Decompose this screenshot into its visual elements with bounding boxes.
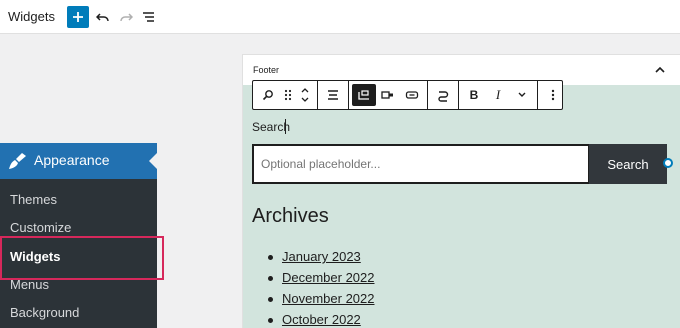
button-only-icon bbox=[405, 91, 419, 99]
submenu-item-background[interactable]: Background bbox=[10, 305, 79, 320]
drag-handle[interactable] bbox=[280, 84, 296, 106]
toolbar-group-block bbox=[253, 81, 318, 109]
toolbar-group-button-position bbox=[349, 81, 428, 109]
toolbar-group-options bbox=[538, 81, 568, 109]
more-formats-button[interactable] bbox=[510, 84, 534, 106]
italic-button[interactable]: I bbox=[486, 84, 510, 106]
block-toolbar: B I bbox=[252, 80, 563, 110]
chevron-up-icon[interactable] bbox=[653, 63, 667, 77]
list-view-button[interactable] bbox=[137, 6, 159, 28]
redo-icon bbox=[120, 13, 133, 22]
archive-link[interactable]: October 2022 bbox=[268, 312, 375, 328]
archives-list: January 2023 December 2022 November 2022… bbox=[268, 249, 375, 328]
link-icon bbox=[438, 91, 449, 102]
more-formats-icon bbox=[518, 92, 526, 97]
archive-link[interactable]: January 2023 bbox=[268, 249, 375, 270]
archives-title: Archives bbox=[252, 205, 329, 227]
editor-header: Widgets bbox=[0, 0, 680, 34]
button-outside-button[interactable] bbox=[352, 84, 376, 106]
add-block-button[interactable] bbox=[67, 6, 89, 28]
footer-area-label: Footer bbox=[253, 65, 280, 75]
align-icon bbox=[328, 90, 338, 100]
toolbar-group-align bbox=[318, 81, 349, 109]
button-inside-icon bbox=[381, 91, 393, 99]
button-outside-icon bbox=[358, 90, 369, 100]
toolbar-group-format: B I bbox=[459, 81, 538, 109]
link-button[interactable] bbox=[431, 84, 455, 106]
drag-handle-icon bbox=[284, 89, 292, 101]
paintbrush-icon bbox=[9, 153, 26, 169]
text-caret bbox=[285, 119, 286, 134]
bold-button[interactable]: B bbox=[462, 84, 486, 106]
submenu-item-themes[interactable]: Themes bbox=[10, 192, 57, 207]
submenu-item-customize[interactable]: Customize bbox=[10, 220, 71, 235]
toolbar-group-link bbox=[428, 81, 459, 109]
current-menu-arrow bbox=[149, 153, 157, 169]
plus-icon bbox=[73, 12, 83, 22]
undo-button[interactable] bbox=[92, 6, 114, 28]
list-view-icon bbox=[142, 12, 154, 22]
menu-appearance[interactable]: Appearance bbox=[0, 143, 157, 179]
undo-icon bbox=[96, 13, 109, 22]
resize-handle[interactable] bbox=[663, 158, 673, 168]
archive-link[interactable]: November 2022 bbox=[268, 291, 375, 312]
italic-icon: I bbox=[495, 87, 501, 102]
search-input[interactable] bbox=[252, 144, 590, 184]
align-button[interactable] bbox=[321, 84, 345, 106]
search-block-button[interactable] bbox=[256, 84, 280, 106]
bold-icon: B bbox=[469, 88, 479, 102]
move-up-down-icon bbox=[301, 88, 309, 102]
search-button[interactable]: Search bbox=[589, 144, 667, 184]
archive-link[interactable]: December 2022 bbox=[268, 270, 375, 291]
button-only-button[interactable] bbox=[400, 84, 424, 106]
widgets-highlight-box bbox=[0, 236, 164, 280]
menu-appearance-label: Appearance bbox=[34, 152, 110, 168]
move-up-down-button[interactable] bbox=[296, 84, 314, 106]
button-inside-button[interactable] bbox=[376, 84, 400, 106]
options-button[interactable] bbox=[541, 84, 565, 106]
options-icon bbox=[551, 89, 555, 101]
page-title: Widgets bbox=[8, 9, 55, 24]
redo-button[interactable] bbox=[115, 6, 137, 28]
search-block-icon bbox=[262, 90, 273, 101]
